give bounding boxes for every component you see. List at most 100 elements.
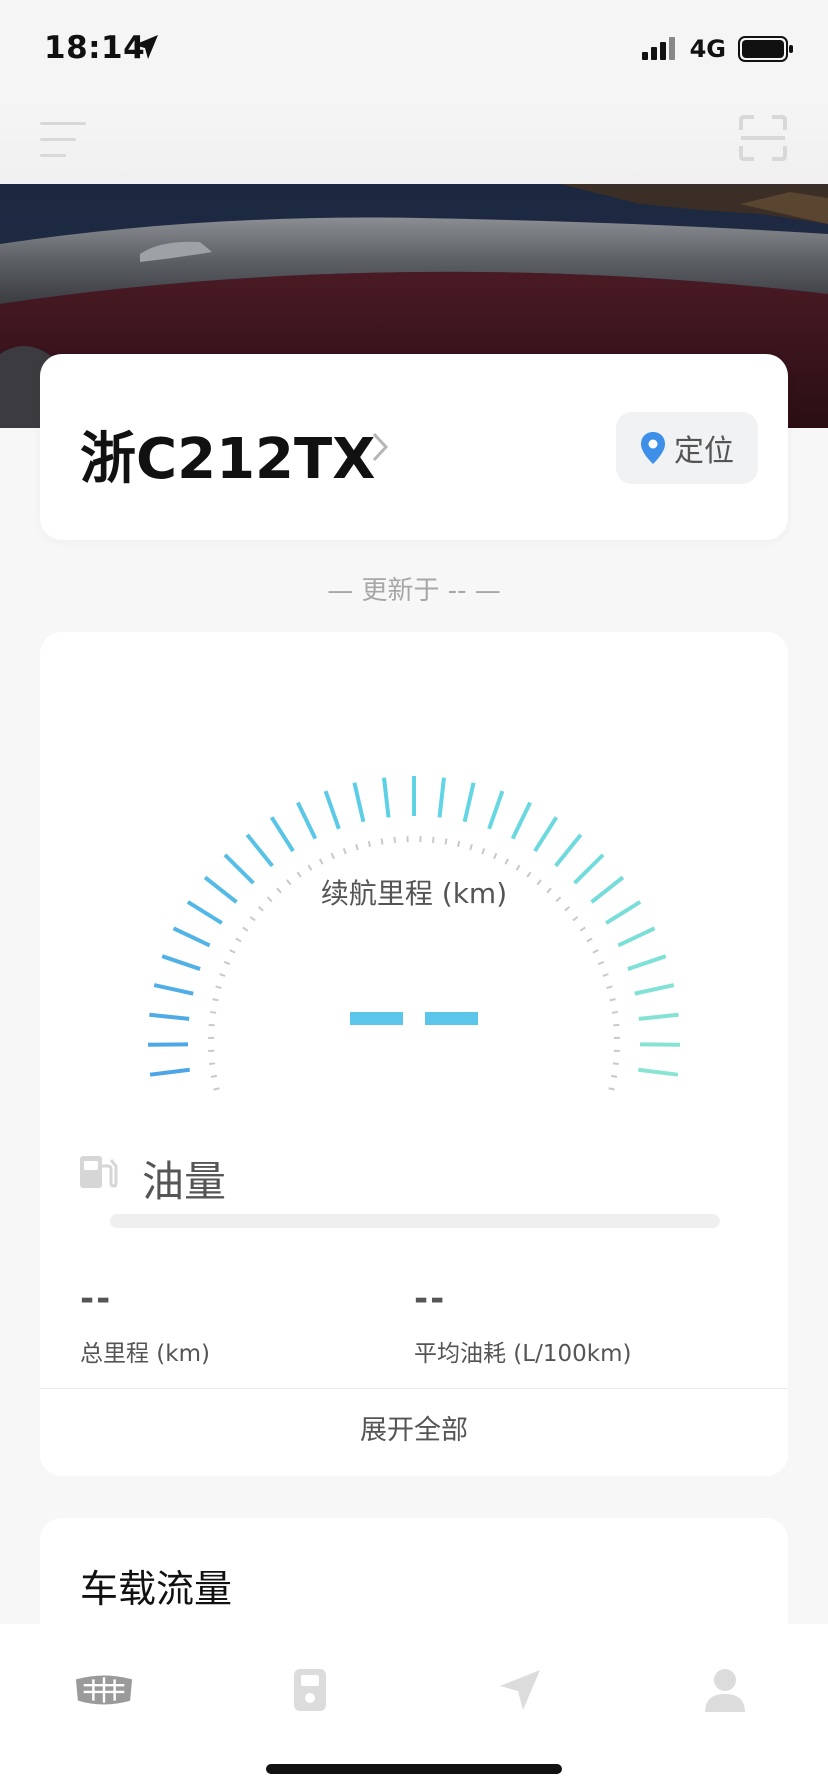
locate-label: 定位 <box>674 434 734 469</box>
gauge-tick <box>296 801 318 840</box>
gauge-minor-tick <box>223 960 231 966</box>
gauge-tick <box>149 1067 190 1077</box>
gauge-minor-tick <box>210 1010 217 1014</box>
gauge-minor-tick <box>210 1074 218 1078</box>
tab-navigation[interactable] <box>490 1660 550 1720</box>
status-time: 18:14 <box>44 30 146 66</box>
device-icon <box>294 1669 326 1711</box>
gauge-minor-tick <box>219 973 226 977</box>
total-mileage-metric: -- 总里程 (km) <box>80 1282 210 1368</box>
range-label: 续航里程 (km) <box>320 877 508 910</box>
avg-consumption-metric: -- 平均油耗 (L/100km) <box>414 1282 631 1368</box>
gauge-tick <box>617 926 656 948</box>
car-brand-icon <box>75 1675 133 1705</box>
gauge-minor-tick <box>469 844 473 851</box>
chevron-right-icon[interactable] <box>370 430 390 464</box>
gauge-minor-tick <box>242 926 249 932</box>
gauge-minor-tick <box>380 838 384 845</box>
gauge-minor-tick <box>597 960 605 966</box>
gauge-minor-tick <box>572 916 579 922</box>
gauge-minor-tick <box>330 852 335 860</box>
avg-consumption-value: -- <box>414 1279 447 1319</box>
expand-all-button[interactable]: 展开全部 <box>40 1389 788 1476</box>
gauge-minor-tick <box>235 937 242 943</box>
gauge-tick <box>510 801 532 840</box>
gauge-tick <box>462 782 476 823</box>
gauge-tick <box>352 782 366 823</box>
signal-icon <box>641 37 675 60</box>
gauge-minor-tick <box>367 840 372 848</box>
home-indicator <box>266 1764 562 1774</box>
avg-consumption-label: 平均油耗 (L/100km) <box>414 1341 632 1367</box>
gauge-minor-tick <box>209 1062 216 1065</box>
gauge-minor-tick <box>608 1087 615 1091</box>
gauge-minor-tick <box>609 998 616 1002</box>
gauge-tick <box>269 816 295 853</box>
gauge-tick <box>245 833 274 868</box>
gauge-tick <box>149 1012 190 1021</box>
gauge-minor-tick <box>592 949 599 954</box>
gauge-minor-tick <box>318 858 324 865</box>
gauge-minor-tick <box>504 858 510 865</box>
gauge-minor-tick <box>456 840 461 848</box>
gauge-minor-tick <box>307 864 313 871</box>
vehicle-card[interactable]: 浙C212TX 定位 <box>40 354 788 540</box>
traffic-title: 车载流量 <box>80 1567 233 1611</box>
gauge-minor-tick <box>612 1062 619 1065</box>
gauge-minor-tick <box>213 1087 220 1091</box>
profile-icon <box>705 1669 745 1712</box>
gauge-tick <box>382 777 391 818</box>
gauge-tick <box>323 790 341 830</box>
gauge-minor-tick <box>493 852 498 860</box>
gauge-tick <box>634 983 675 996</box>
gauge-tick <box>161 954 201 971</box>
top-bar <box>0 100 828 184</box>
gauge-tick <box>437 777 446 818</box>
gauge-minor-tick <box>393 836 397 843</box>
gauge-minor-tick <box>515 864 521 871</box>
gauge-minor-tick <box>611 1010 618 1014</box>
battery-icon <box>738 36 793 62</box>
gauge-tick <box>627 954 667 971</box>
stats-card: 续航里程 (km) -- 油量 -- 总里程 (km) -- 平均油耗 (L/1… <box>40 632 788 1476</box>
fuel-level-bar <box>110 1214 720 1228</box>
gauge-minor-tick <box>606 985 613 990</box>
tab-home[interactable] <box>74 1660 134 1720</box>
fuel-pump-icon <box>80 1156 118 1188</box>
gauge-minor-tick <box>602 973 609 977</box>
tab-device[interactable] <box>280 1660 340 1720</box>
gauge-minor-tick <box>215 985 222 990</box>
total-mileage-label: 总里程 (km) <box>80 1341 210 1367</box>
menu-icon[interactable] <box>38 120 88 160</box>
gauge-minor-tick <box>586 937 593 943</box>
navigation-icon <box>500 1670 540 1710</box>
gauge-minor-tick <box>229 949 236 954</box>
gauge-minor-tick <box>481 848 486 855</box>
locate-button[interactable]: 定位 <box>616 412 758 484</box>
gauge-tick <box>153 983 194 996</box>
gauge-tick <box>533 816 559 853</box>
network-label: 4G <box>689 35 726 63</box>
total-mileage-value: -- <box>80 1279 113 1319</box>
range-value: -- <box>350 1012 478 1026</box>
gauge-tick <box>172 926 211 948</box>
gauge-tick <box>638 1012 679 1021</box>
location-pin-icon <box>641 432 665 464</box>
plate-number[interactable]: 浙C212TX <box>80 414 375 495</box>
gauge-tick <box>638 1067 679 1077</box>
gauge-minor-tick <box>579 926 586 932</box>
status-indicators: 4G <box>641 34 794 64</box>
status-bar: 18:14 4G <box>0 0 828 100</box>
tab-profile[interactable] <box>695 1660 755 1720</box>
gauge-minor-tick <box>212 998 219 1002</box>
gauge-tick <box>487 790 505 830</box>
gauge-minor-tick <box>610 1074 618 1078</box>
gauge-minor-tick <box>444 838 448 845</box>
location-arrow-icon <box>134 35 158 59</box>
fuel-label: 油量 <box>142 1157 227 1206</box>
update-timestamp: — 更新于 -- — <box>327 576 501 606</box>
gauge-minor-tick <box>342 848 347 855</box>
gauge-minor-tick <box>249 916 256 922</box>
gauge-tick <box>554 833 583 868</box>
scan-icon[interactable] <box>738 114 788 162</box>
